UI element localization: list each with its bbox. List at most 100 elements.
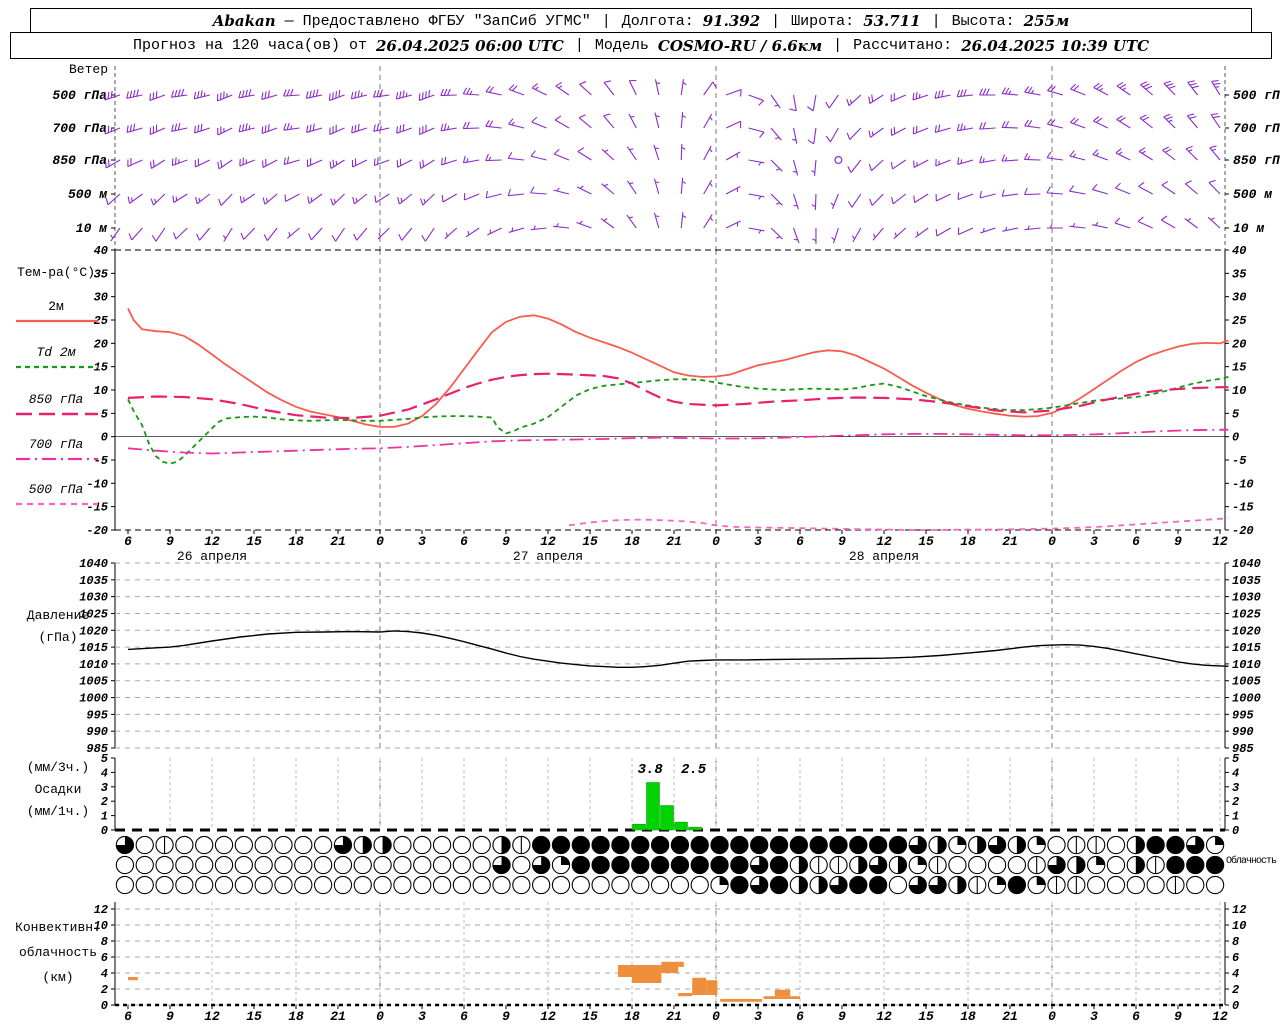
- svg-text:1000: 1000: [79, 692, 108, 706]
- svg-text:0: 0: [1232, 824, 1239, 838]
- svg-text:10 м: 10 м: [76, 221, 107, 236]
- conv-cloud-box: [128, 977, 138, 981]
- svg-text:6: 6: [124, 1009, 132, 1024]
- conv-panel: 12 12 10 10 8 8 6 6 4 4 2 2 0 0: [94, 902, 1246, 1013]
- svg-text:9: 9: [502, 1009, 510, 1024]
- svg-text:2.5: 2.5: [681, 762, 707, 778]
- svg-text:9: 9: [166, 534, 174, 549]
- svg-text:1010: 1010: [79, 658, 108, 672]
- wind-barb-row-1: [104, 112, 1221, 145]
- svg-text:1025: 1025: [1232, 607, 1262, 621]
- svg-text:3: 3: [754, 1009, 762, 1024]
- svg-text:1: 1: [101, 810, 108, 824]
- svg-text:35: 35: [94, 267, 109, 281]
- svg-text:18: 18: [624, 1009, 640, 1024]
- svg-text:-5: -5: [1232, 454, 1247, 468]
- svg-text:5: 5: [101, 407, 109, 421]
- svg-text:3: 3: [1232, 781, 1239, 795]
- svg-text:21: 21: [1002, 1009, 1018, 1024]
- svg-text:5: 5: [1232, 407, 1240, 421]
- precip-panel: 5 54 43 32 21 10 03.8 2.5: [101, 752, 1240, 838]
- svg-text:700 гПа: 700 гПа: [1233, 121, 1280, 136]
- svg-text:1015: 1015: [1232, 641, 1262, 655]
- series-700 гПа: [127, 428, 1229, 455]
- svg-text:25: 25: [1232, 314, 1247, 328]
- svg-text:4: 4: [101, 766, 108, 780]
- cloud-row-0: [115, 835, 1225, 855]
- svg-text:-15: -15: [1232, 501, 1254, 515]
- svg-text:0: 0: [101, 999, 108, 1013]
- svg-text:12: 12: [1212, 1009, 1228, 1024]
- wind-barb-row-0: [104, 79, 1221, 112]
- svg-text:10: 10: [94, 919, 108, 933]
- series-850 гПа: [127, 372, 1229, 420]
- svg-text:2: 2: [1232, 795, 1239, 809]
- svg-text:12: 12: [1212, 534, 1228, 549]
- svg-text:12: 12: [204, 534, 220, 549]
- svg-text:12: 12: [94, 903, 108, 917]
- svg-text:1040: 1040: [1232, 557, 1261, 571]
- svg-text:20: 20: [94, 337, 108, 351]
- svg-text:10 м: 10 м: [1233, 221, 1264, 236]
- svg-text:1010: 1010: [1232, 658, 1261, 672]
- svg-text:0: 0: [376, 1009, 384, 1024]
- svg-text:995: 995: [86, 708, 108, 722]
- svg-text:15: 15: [94, 361, 109, 375]
- conv-cloud-box: [678, 993, 693, 997]
- svg-text:1020: 1020: [79, 624, 108, 638]
- svg-text:3: 3: [1090, 534, 1098, 549]
- svg-text:12: 12: [540, 1009, 556, 1024]
- temp-panel: 40 4035 3530 3025 2520 2015 1510 105 50 0-5 -5-10-…: [86, 244, 1254, 538]
- svg-text:30: 30: [94, 291, 108, 305]
- conv-cloud-box: [720, 999, 763, 1002]
- svg-text:12: 12: [204, 1009, 220, 1024]
- svg-text:18: 18: [624, 534, 640, 549]
- svg-text:500 м: 500 м: [68, 187, 107, 202]
- svg-text:2: 2: [101, 795, 108, 809]
- series-Давление: [127, 630, 1229, 668]
- svg-text:0: 0: [1048, 1009, 1056, 1024]
- conv-cloud-box: [678, 961, 684, 967]
- svg-text:21: 21: [1002, 534, 1018, 549]
- svg-text:8: 8: [101, 935, 108, 949]
- pressure-panel: 1040 1040 1035 1035 1030 1030 1025 1025 1020 1020…: [79, 557, 1261, 756]
- time-axis: 6 6 9 9 12 12 15 15 18 18 21 21 0 0 3 3 6 6 9 9 12 12 15 15 18 18…: [124, 530, 1228, 1024]
- conv-cloud-box: [661, 961, 679, 973]
- svg-text:0: 0: [101, 431, 108, 445]
- svg-text:2: 2: [1232, 983, 1239, 997]
- svg-text:3: 3: [1090, 1009, 1098, 1024]
- svg-text:1030: 1030: [1232, 591, 1261, 605]
- svg-text:4: 4: [1232, 967, 1239, 981]
- svg-text:0: 0: [1232, 999, 1239, 1013]
- svg-text:21: 21: [666, 1009, 682, 1024]
- svg-text:500 м: 500 м: [1233, 187, 1272, 202]
- svg-text:1005: 1005: [79, 675, 109, 689]
- svg-text:9: 9: [502, 534, 510, 549]
- svg-text:18: 18: [288, 534, 304, 549]
- svg-text:500 гПа: 500 гПа: [52, 88, 107, 103]
- svg-text:4: 4: [1232, 766, 1239, 780]
- conv-cloud-box: [692, 977, 707, 995]
- svg-text:10: 10: [1232, 919, 1246, 933]
- svg-text:12: 12: [876, 534, 892, 549]
- precip-bar: [688, 826, 702, 831]
- svg-text:15: 15: [246, 1009, 262, 1024]
- svg-text:500 гПа: 500 гПа: [1233, 88, 1280, 103]
- svg-text:12: 12: [540, 534, 556, 549]
- svg-text:850 гПа: 850 гПа: [52, 153, 107, 168]
- svg-text:15: 15: [246, 534, 262, 549]
- svg-text:30: 30: [1232, 291, 1246, 305]
- svg-text:6: 6: [1232, 951, 1239, 965]
- svg-text:990: 990: [86, 725, 108, 739]
- svg-text:990: 990: [1232, 725, 1254, 739]
- svg-text:-10: -10: [86, 477, 108, 491]
- svg-text:15: 15: [582, 1009, 598, 1024]
- svg-text:10: 10: [94, 384, 108, 398]
- svg-text:15: 15: [918, 1009, 934, 1024]
- svg-text:40: 40: [1232, 244, 1246, 258]
- precip-bar: [646, 782, 660, 831]
- svg-text:10: 10: [1232, 384, 1246, 398]
- svg-text:6: 6: [101, 951, 108, 965]
- svg-text:1: 1: [1232, 810, 1239, 824]
- precip-bar: [660, 805, 674, 831]
